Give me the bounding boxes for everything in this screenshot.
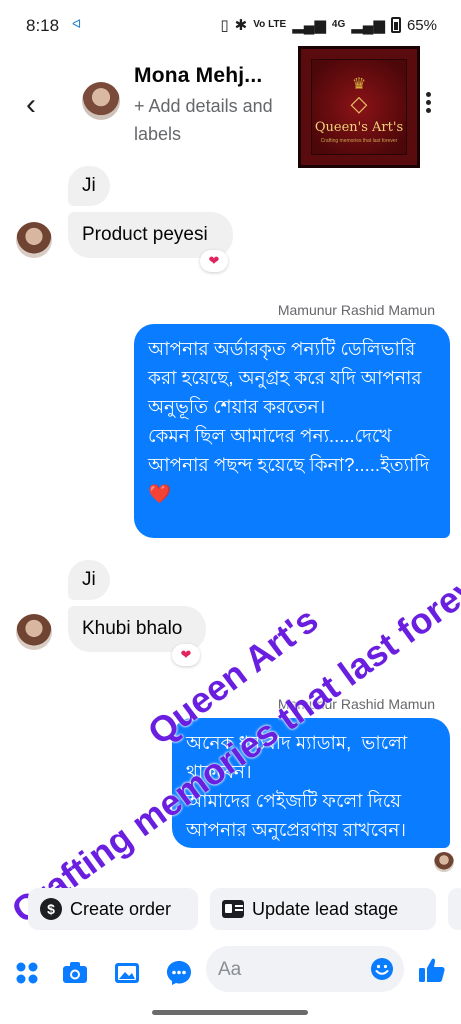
signal-icon-2: ▂▄▆ (351, 17, 385, 34)
home-indicator[interactable] (152, 1010, 308, 1015)
volte-indicator: Vo LTE (253, 19, 287, 30)
sender-name: Mamunur Rashid Mamun (277, 696, 435, 712)
network-type: 4G (331, 19, 346, 30)
sender-name: Mamunur Rashid Mamun (277, 302, 435, 318)
status-bar: 8:18 ᐊ ▯ ✱ Vo LTE ▂▄▆ 4G ▂▄▆ 65% (0, 0, 461, 52)
battery-icon (390, 17, 401, 33)
status-icons: ▯ ✱ Vo LTE ▂▄▆ 4G ▂▄▆ 65% (220, 16, 437, 35)
brand-logo: ♛ ◇ Queen's Art's Crafting memories that… (298, 46, 420, 168)
carrier-icon: ᐊ (72, 17, 82, 31)
sender-avatar[interactable] (16, 614, 52, 650)
apps-grid-icon[interactable] (14, 960, 40, 986)
create-order-button[interactable]: $ Create order (28, 888, 198, 930)
logo-brand-text: Queen's Art's (314, 120, 404, 135)
vibrate-icon: ▯ (220, 17, 229, 34)
battery-percent: 65% (406, 16, 437, 34)
chat-header: ‹ Mona Mehj... + Add details and labels … (0, 46, 461, 168)
sender-avatar[interactable] (16, 222, 52, 258)
message-input-placeholder: Aa (218, 959, 242, 980)
dollar-icon: $ (40, 898, 62, 920)
read-receipt-avatar (434, 852, 454, 872)
status-time: 8:18 (26, 16, 60, 35)
update-lead-stage-button[interactable]: Update lead stage (210, 888, 436, 930)
contact-name[interactable]: Mona Mehj... (134, 64, 262, 88)
camera-icon[interactable] (62, 960, 88, 986)
heart-reaction[interactable]: ❤ (200, 250, 228, 272)
create-order-label: Create order (70, 898, 172, 919)
chevron-left-icon[interactable]: ‹ (26, 90, 36, 120)
logo-tagline: Crafting memories that last forever (320, 138, 398, 144)
emoji-icon[interactable] (370, 957, 394, 981)
update-lead-label: Update lead stage (252, 898, 399, 919)
outgoing-message[interactable]: অনেক ধন্যবাদ ম্যাডাম, ভালো থাকবেন। আমাদে… (172, 718, 450, 848)
incoming-message[interactable]: Ji (68, 560, 110, 600)
thumbs-up-icon[interactable] (418, 956, 446, 984)
signal-icon: ▂▄▆ (292, 17, 326, 34)
message-input[interactable]: Aa (206, 946, 404, 992)
gallery-icon[interactable] (114, 960, 140, 986)
logo-monogram: ◇ (350, 92, 368, 117)
more-actions-chip[interactable] (448, 888, 461, 930)
more-vertical-icon[interactable] (426, 92, 432, 113)
contact-avatar[interactable] (82, 82, 120, 120)
outgoing-message[interactable]: আপনার অর্ডারকৃত পন্যটি ডেলিভারি করা হয়ে… (134, 324, 450, 538)
heart-reaction[interactable]: ❤ (172, 644, 200, 666)
id-card-icon (222, 900, 244, 918)
messenger-icon[interactable] (166, 960, 192, 986)
crown-icon: ♛ (351, 76, 367, 93)
bluetooth-icon: ✱ (234, 17, 248, 34)
add-details-link[interactable]: + Add details and labels (134, 92, 274, 148)
incoming-message[interactable]: Ji (68, 166, 110, 206)
